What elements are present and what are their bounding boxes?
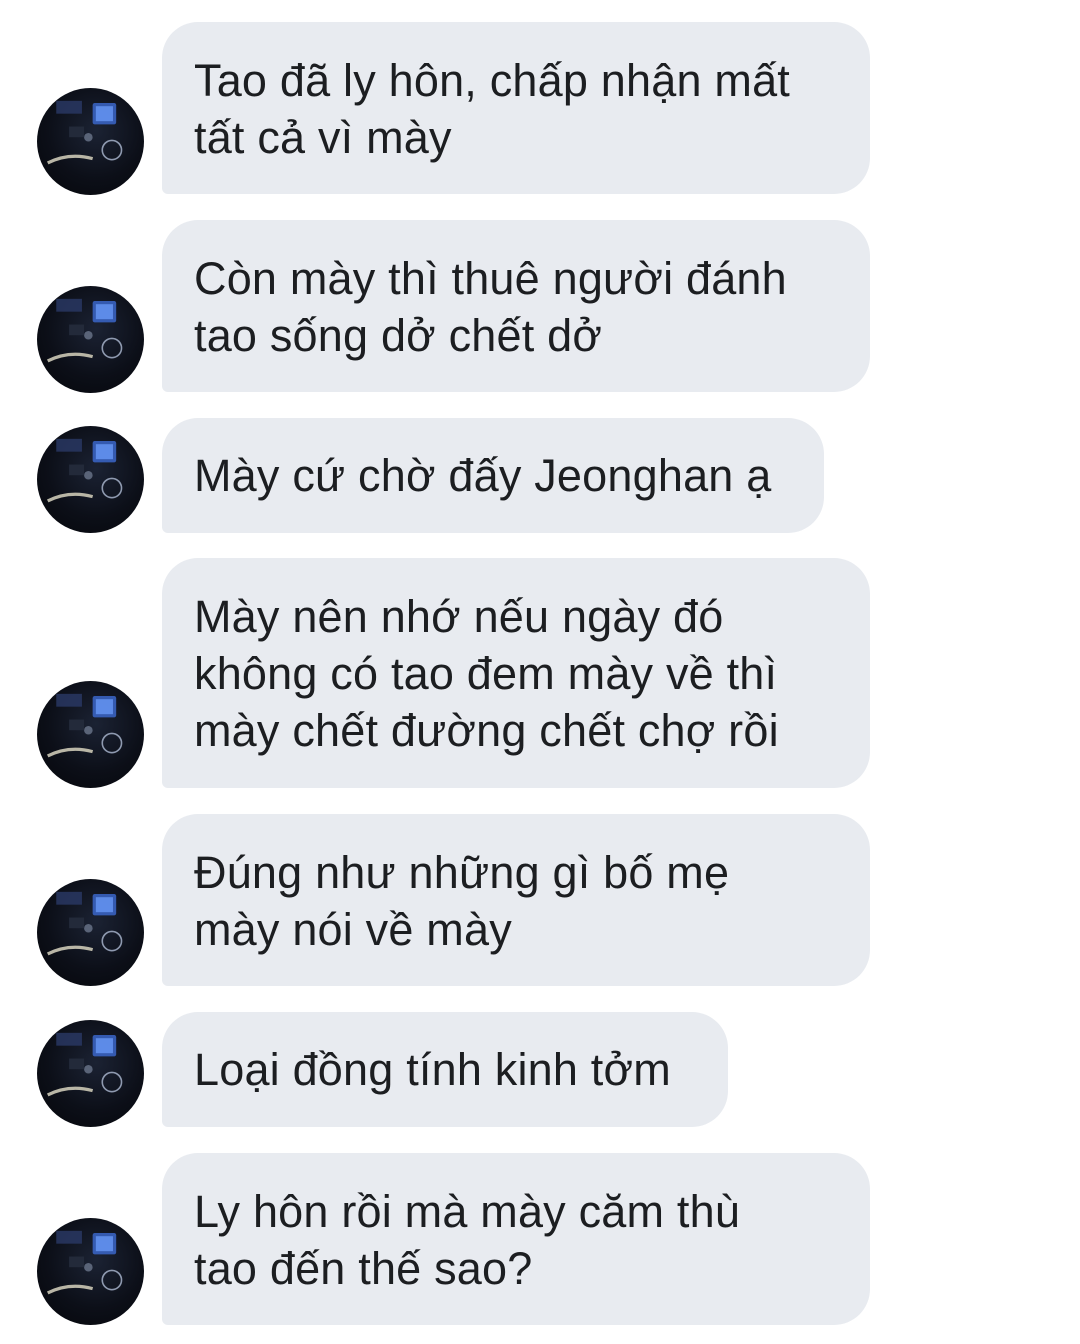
message-bubble[interactable]: Tao đã ly hôn, chấp nhận mất tất cả vì m…	[162, 22, 870, 194]
car-dashboard-avatar-icon	[46, 100, 123, 165]
car-dashboard-avatar-icon	[46, 1230, 123, 1295]
car-dashboard-avatar-icon	[46, 1032, 123, 1097]
avatar[interactable]	[37, 1218, 144, 1325]
avatar[interactable]	[37, 286, 144, 393]
car-dashboard-avatar-icon	[46, 298, 123, 363]
message-bubble[interactable]: Ly hôn rồi mà mày căm thù tao đến thế sa…	[162, 1153, 870, 1325]
message-bubble[interactable]: Loại đồng tính kinh tởm	[162, 1012, 728, 1127]
car-dashboard-avatar-icon	[46, 693, 123, 758]
message-bubble[interactable]: Còn mày thì thuê người đánh tao sống dở …	[162, 220, 870, 392]
message-bubble[interactable]: Mày nên nhớ nếu ngày đó không có tao đem…	[162, 558, 870, 788]
message-bubble[interactable]: Mày cứ chờ đấy Jeonghan ạ	[162, 418, 824, 533]
avatar[interactable]	[37, 426, 144, 533]
avatar[interactable]	[37, 681, 144, 788]
avatar[interactable]	[37, 879, 144, 986]
car-dashboard-avatar-icon	[46, 891, 123, 956]
car-dashboard-avatar-icon	[46, 438, 123, 503]
avatar[interactable]	[37, 88, 144, 195]
message-bubble[interactable]: Đúng như những gì bố mẹ mày nói về mày	[162, 814, 870, 986]
avatar[interactable]	[37, 1020, 144, 1127]
